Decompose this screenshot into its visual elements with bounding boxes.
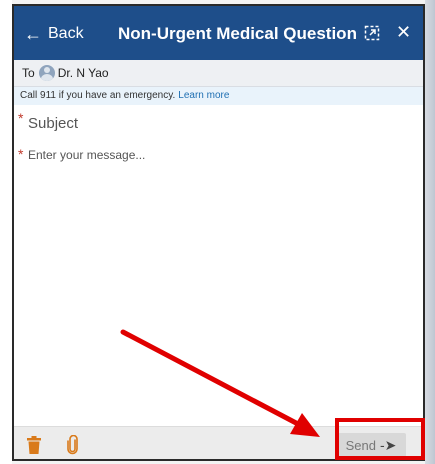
popout-icon[interactable]: [364, 25, 380, 41]
avatar: [38, 65, 55, 81]
subject-required-marker: *: [18, 110, 24, 126]
trash-icon[interactable]: [27, 436, 41, 454]
title-bar: ← Back Non-Urgent Medical Question ✕: [14, 6, 423, 60]
background-left-strip: [0, 0, 12, 464]
background-right-strip: [425, 0, 435, 464]
paperclip-icon[interactable]: [66, 435, 80, 455]
annotation-highlight-box: [335, 418, 425, 460]
message-compose-window: ← Back Non-Urgent Medical Question ✕ To …: [12, 4, 425, 461]
learn-more-link[interactable]: Learn more: [178, 90, 229, 101]
emergency-notice: Call 911 if you have an emergency. Learn …: [14, 87, 423, 105]
back-button[interactable]: ← Back: [24, 24, 84, 44]
window-title: Non-Urgent Medical Question: [118, 24, 357, 43]
message-input[interactable]: [28, 148, 413, 418]
recipient-name: Dr. N Yao: [57, 66, 109, 80]
recipient-row: To Dr. N Yao: [14, 60, 423, 87]
arrow-left-icon: ←: [24, 24, 42, 44]
subject-input[interactable]: [28, 110, 408, 136]
back-label: Back: [48, 25, 84, 42]
close-icon[interactable]: ✕: [396, 21, 411, 43]
message-required-marker: *: [18, 146, 24, 162]
to-label: To: [22, 66, 35, 80]
notice-text: Call 911 if you have an emergency.: [20, 90, 176, 101]
